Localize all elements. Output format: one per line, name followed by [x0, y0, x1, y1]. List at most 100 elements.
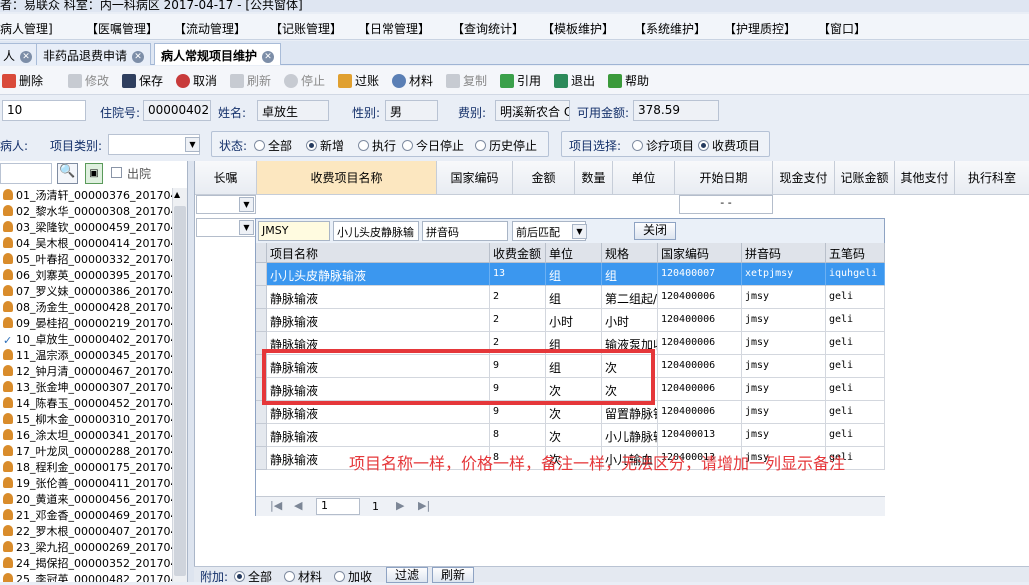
list-item-selected[interactable]: ✓ 10_卓放生_00000402_201704	[0, 332, 172, 348]
copy-button[interactable]: 复制	[446, 72, 487, 90]
menu-billing-management[interactable]: 【记账管理】	[270, 20, 342, 37]
last-page-icon[interactable]: ▶|	[418, 499, 430, 512]
menu-window[interactable]: 【窗口】	[818, 20, 866, 37]
list-item[interactable]: 08_汤金生_00000428_201704	[0, 300, 172, 316]
close-icon[interactable]: ✕	[262, 50, 275, 63]
tab-non-drug-refund[interactable]: 非药品退费申请 ✕	[36, 43, 152, 65]
list-item[interactable]: 23_梁九招_00000269_201704	[0, 540, 172, 556]
status-executing-radio[interactable]: 执行	[358, 137, 396, 154]
list-item[interactable]: 11_温宗添_00000345_201704	[0, 348, 172, 364]
tab-routine-item-maintenance[interactable]: 病人常规项目维护 ✕	[154, 43, 282, 65]
list-item[interactable]: 12_钟月清_00000467_201704	[0, 364, 172, 380]
refresh-list-button[interactable]: 刷新	[432, 567, 474, 583]
menu-flow-management[interactable]: 【流动管理】	[174, 20, 246, 37]
annotation-text: 项目名称一样，价格一样，备注一样，无法区分，请增加一列显示备注	[349, 454, 846, 473]
male-patient-icon	[3, 525, 13, 536]
table-row[interactable]: 静脉输液 2 组 第二组起/ 120400006 jmsy geli	[256, 286, 885, 309]
list-item[interactable]: 25_李冠英_00000482_201704	[0, 572, 172, 582]
cell-pinyin: xetpjmsy	[742, 263, 826, 286]
list-item[interactable]: 13_张金坤_00000307_201704	[0, 380, 172, 396]
balance-label: 可用金额:	[577, 106, 630, 120]
attach-all-radio[interactable]: 全部	[234, 568, 272, 585]
list-item[interactable]: 14_陈春玉_00000452_201704	[0, 396, 172, 412]
list-item[interactable]: 07_罗义妹_00000386_201704	[0, 284, 172, 300]
menu-query-statistics[interactable]: 【查询统计】	[452, 20, 524, 37]
menu-daily-management[interactable]: 【日常管理】	[358, 20, 430, 37]
lookup-search-input[interactable]: JMSY	[258, 221, 330, 241]
charge-item-radio[interactable]: 收费项目	[698, 137, 760, 154]
chevron-down-icon[interactable]: ▼	[239, 197, 254, 212]
list-item[interactable]: 20_黄道来_00000456_201704	[0, 492, 172, 508]
chevron-down-icon[interactable]: ▼	[572, 224, 587, 239]
quote-button[interactable]: 引用	[500, 72, 541, 90]
list-item[interactable]: 22_罗木根_00000407_201704	[0, 524, 172, 540]
list-item[interactable]: 06_刘寨英_00000395_201704	[0, 268, 172, 284]
status-all-radio[interactable]: 全部	[254, 137, 292, 154]
radio-label: 新增	[320, 139, 345, 153]
menu-template-maintenance[interactable]: 【模板维护】	[542, 20, 614, 37]
table-row[interactable]: 静脉输液 8 次 小儿静脉输 120400013 jmsy geli	[256, 424, 885, 447]
list-item[interactable]: 04_吴木根_00000414_201704	[0, 236, 172, 252]
list-item[interactable]: 02_黎水华_00000308_201704	[0, 204, 172, 220]
list-item[interactable]: 15_柳木金_00000310_201704	[0, 412, 172, 428]
list-item[interactable]: 01_汤清轩_00000376_201704	[0, 188, 172, 204]
status-stopped-today-radio[interactable]: 今日停止	[402, 137, 464, 154]
tab-patient[interactable]: 人 ✕	[0, 43, 40, 65]
scroll-up-icon[interactable]: ▲	[174, 190, 180, 199]
status-new-radio[interactable]: 新增	[306, 137, 344, 154]
list-item[interactable]: 19_张伦善_00000411_201704	[0, 476, 172, 492]
diagnosis-item-radio[interactable]: 诊疗项目	[632, 137, 694, 154]
help-label: 帮助	[625, 74, 650, 88]
patient-search-input[interactable]	[0, 163, 52, 184]
match-type-select[interactable]: 拼音码	[422, 221, 508, 241]
list-item[interactable]: 09_晏桂招_00000219_201704	[0, 316, 172, 332]
column-header: 国家编码	[437, 161, 513, 195]
table-row-selected[interactable]: 小儿头皮静脉输液 13 组 组 120400007 xetpjmsy iquhg…	[256, 263, 885, 286]
material-button[interactable]: 材料	[392, 72, 433, 90]
attach-surcharge-radio[interactable]: 加收	[334, 568, 372, 585]
chevron-down-icon[interactable]: ▼	[239, 220, 254, 235]
stop-button[interactable]: 停止	[284, 72, 325, 90]
modify-button[interactable]: 修改	[68, 72, 109, 90]
page-input[interactable]: 1	[316, 498, 360, 515]
exit-button[interactable]: 退出	[554, 72, 595, 90]
save-button[interactable]: 保存	[122, 72, 163, 90]
filter-button[interactable]: 过滤	[386, 567, 428, 583]
male-patient-icon	[3, 477, 13, 488]
list-item[interactable]: 24_揭保招_00000352_201704	[0, 556, 172, 572]
list-item[interactable]: 05_叶春招_00000332_201704	[0, 252, 172, 268]
bed-number-field[interactable]: 10	[2, 100, 86, 121]
discharge-checkbox[interactable]	[111, 167, 122, 178]
cancel-button[interactable]: 取消	[176, 72, 217, 90]
menu-system-maintenance[interactable]: 【系统维护】	[634, 20, 706, 37]
post-button[interactable]: 过账	[338, 72, 379, 90]
refresh-button[interactable]: 刷新	[230, 72, 271, 90]
quote-icon	[500, 74, 514, 88]
start-date-input[interactable]: - -	[679, 195, 773, 214]
menu-order-management[interactable]: 【医嘱管理】	[86, 20, 158, 37]
status-history-stopped-radio[interactable]: 历史停止	[475, 137, 537, 154]
chevron-down-icon[interactable]: ▼	[185, 137, 200, 152]
next-page-icon[interactable]: ▶	[396, 499, 404, 512]
locate-icon[interactable]: ▣	[85, 163, 103, 184]
close-icon[interactable]: ✕	[20, 50, 33, 63]
table-row[interactable]: 静脉输液 2 小时 小时 120400006 jmsy geli	[256, 309, 885, 332]
attach-material-radio[interactable]: 材料	[284, 568, 322, 585]
scrollbar-thumb[interactable]	[174, 206, 186, 576]
menu-nursing-quality[interactable]: 【护理质控】	[724, 20, 796, 37]
first-page-icon[interactable]: |◀	[270, 499, 282, 512]
delete-button[interactable]: 删除	[2, 72, 43, 90]
list-item[interactable]: 18_程利金_00000175_201704	[0, 460, 172, 476]
patient-list-scrollbar[interactable]: ▲	[172, 188, 187, 582]
list-item[interactable]: 03_梁隆钦_00000459_201704	[0, 220, 172, 236]
list-item[interactable]: 17_叶龙凤_00000288_201704	[0, 444, 172, 460]
help-button[interactable]: 帮助	[608, 72, 649, 90]
prev-page-icon[interactable]: ◀	[294, 499, 302, 512]
close-icon[interactable]: ✕	[132, 50, 145, 63]
search-icon[interactable]: 🔍	[57, 163, 78, 184]
close-button[interactable]: 关闭	[634, 222, 676, 240]
list-item[interactable]: 21_邓金香_00000469_201704	[0, 508, 172, 524]
male-patient-icon	[3, 493, 13, 504]
list-item[interactable]: 16_涂太坦_00000341_201704	[0, 428, 172, 444]
menu-patient-management[interactable]: 病人管理]	[0, 20, 53, 37]
